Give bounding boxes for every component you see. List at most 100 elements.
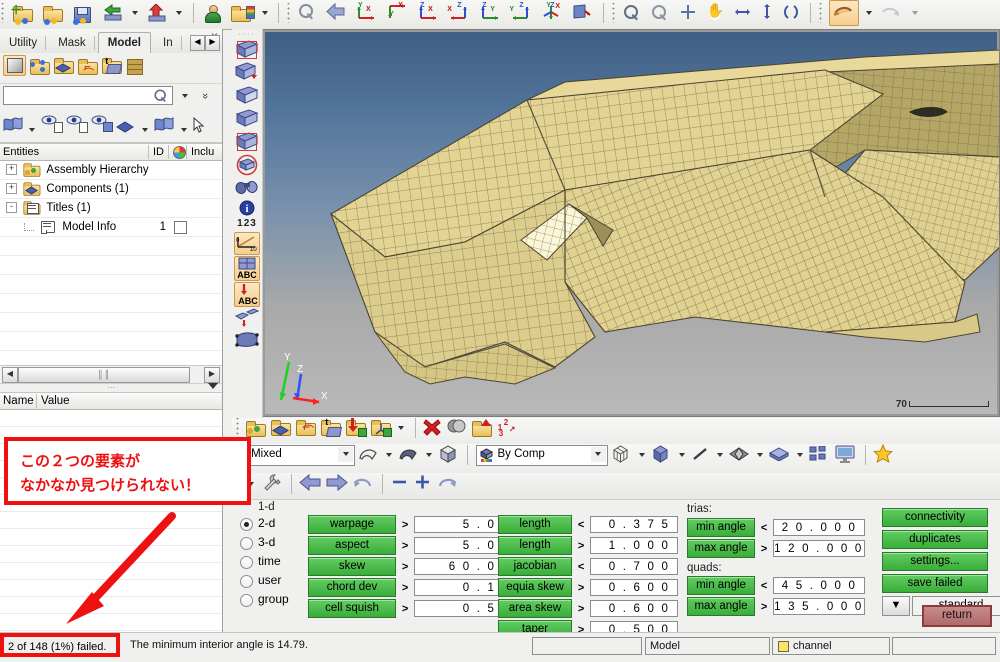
wrench-icon[interactable] xyxy=(262,473,284,494)
new-session-icon[interactable]: ＋ xyxy=(10,2,36,25)
table-row[interactable]: + Components (1) xyxy=(0,180,222,199)
mesh-quality-icon[interactable] xyxy=(235,108,259,130)
entity-toolbar-grip[interactable] xyxy=(235,418,240,438)
aspect-button[interactable]: aspect xyxy=(308,536,396,555)
find-attached-icon[interactable] xyxy=(471,418,493,438)
center-icon[interactable] xyxy=(678,2,700,25)
table-row[interactable]: Model Info 1 xyxy=(0,218,222,237)
abc-arrow-icon[interactable]: ABC xyxy=(234,282,260,307)
warpage-operator[interactable]: > xyxy=(399,519,411,531)
duplicates-button[interactable]: duplicates xyxy=(882,530,988,549)
save-failed-button[interactable]: save failed xyxy=(882,574,988,593)
quads-min-angle-button[interactable]: min angle xyxy=(687,576,755,595)
scroll-thumb[interactable]: ║║ xyxy=(18,367,190,383)
import-icon[interactable] xyxy=(101,2,125,24)
radio-3d[interactable]: 3-d xyxy=(238,533,300,552)
equia-skew-value[interactable]: 0 . 6 0 0 xyxy=(590,579,679,596)
shaded-icon[interactable] xyxy=(398,446,420,465)
isolate-icon[interactable] xyxy=(91,114,114,133)
back-arrow-icon[interactable] xyxy=(299,473,323,494)
display-none-icon[interactable] xyxy=(41,114,64,133)
rotate-free-icon[interactable] xyxy=(782,2,802,25)
tab-next-button[interactable]: ▶ xyxy=(205,35,220,51)
area-skew-button[interactable]: area skew xyxy=(498,599,572,618)
length-min-operator[interactable]: < xyxy=(575,519,587,531)
model-tree[interactable]: + Assembly Hierarchy + Components (1) - xyxy=(0,161,222,366)
solid-cube-icon[interactable] xyxy=(651,444,673,466)
aspect-operator[interactable]: > xyxy=(399,540,411,552)
check-elements-icon[interactable] xyxy=(235,131,259,153)
trias-min-angle-button[interactable]: min angle xyxy=(687,518,755,537)
display-all-icon[interactable] xyxy=(3,116,23,135)
display-mode-icon[interactable] xyxy=(154,116,174,135)
yz-view-icon[interactable]: ZY xyxy=(477,2,503,24)
monitor-icon[interactable] xyxy=(834,445,858,466)
chevron-down-icon-2[interactable] xyxy=(590,446,606,462)
mesh-delete-icon[interactable] xyxy=(234,62,259,84)
search-icon[interactable] xyxy=(153,88,169,107)
skew-button[interactable]: skew xyxy=(308,557,396,576)
jacobian-button[interactable]: jacobian xyxy=(498,557,572,576)
chord-dev-button[interactable]: chord dev xyxy=(308,578,396,597)
zy-view-icon[interactable]: ZY xyxy=(508,2,534,24)
include-checkbox[interactable] xyxy=(174,221,187,234)
status-channel-field[interactable]: channel xyxy=(772,637,890,655)
mesh-lines-icon[interactable] xyxy=(611,444,633,466)
info-icon[interactable]: i xyxy=(235,200,259,216)
translate-icon[interactable] xyxy=(234,308,260,330)
surface-shade-icon[interactable] xyxy=(729,446,751,464)
zx-view-icon[interactable]: ZX xyxy=(446,2,472,24)
pan-icon[interactable] xyxy=(705,2,727,25)
zoom-in-icon[interactable] xyxy=(622,1,645,26)
user-profile-icon[interactable] xyxy=(202,2,224,24)
length-max-value[interactable]: 1 . 0 0 0 xyxy=(590,537,679,554)
geom-icon[interactable] xyxy=(769,446,791,464)
graphics-viewport[interactable]: Y Z X 70 xyxy=(265,32,999,414)
fit-view-icon[interactable] xyxy=(297,1,319,25)
display-mode-dropdown-icon[interactable] xyxy=(180,128,187,133)
equia-skew-operator[interactable]: > xyxy=(575,582,587,594)
rotate-v-icon[interactable] xyxy=(759,1,777,25)
xy-top-view-icon[interactable]: YX xyxy=(353,2,379,24)
connectivity-button[interactable]: connectivity xyxy=(882,508,988,527)
open-model-icon[interactable] xyxy=(41,2,66,25)
component-icon[interactable] xyxy=(270,418,292,438)
results-dropdown-icon[interactable] xyxy=(261,11,268,15)
search-expand-icon[interactable]: » xyxy=(199,92,211,98)
forward-arrow-icon[interactable] xyxy=(326,473,350,494)
surface-dropdown-icon[interactable] xyxy=(757,453,763,457)
rotate-h-icon[interactable] xyxy=(732,3,754,24)
shaded-edges-icon[interactable] xyxy=(438,444,460,466)
radio-group[interactable]: group xyxy=(238,590,300,609)
mesh-display-icon[interactable] xyxy=(235,85,259,107)
table-row[interactable]: + Assembly Hierarchy xyxy=(0,161,222,180)
jacobian-value[interactable]: 0 . 7 0 0 xyxy=(590,558,679,575)
trias-min-operator[interactable]: < xyxy=(758,522,770,534)
binoculars-icon[interactable] xyxy=(235,177,259,199)
display-reverse-icon[interactable] xyxy=(66,114,89,133)
radio-time[interactable]: time xyxy=(238,552,300,571)
expander-icon[interactable]: + xyxy=(6,164,17,176)
title-icon[interactable]: t xyxy=(320,417,343,438)
tab-mask[interactable]: Mask xyxy=(49,34,96,52)
xy-bottom-view-icon[interactable]: YX xyxy=(384,2,410,24)
expander-icon[interactable]: + xyxy=(6,183,17,195)
area-skew-operator[interactable]: > xyxy=(575,603,587,615)
load-results-icon[interactable] xyxy=(229,2,255,24)
solid-cube-dropdown-icon[interactable] xyxy=(678,453,685,457)
standard-dropdown-icon[interactable]: ▼ xyxy=(882,596,910,616)
cell-squish-button[interactable]: cell squish xyxy=(308,599,396,618)
equia-skew-button[interactable]: equia skew xyxy=(498,578,572,597)
mask-icon[interactable] xyxy=(446,418,468,438)
display-all-dropdown-icon[interactable] xyxy=(29,128,36,133)
title-view-button[interactable]: t xyxy=(101,56,123,76)
expander-icon[interactable]: - xyxy=(6,202,17,214)
trias-min-value[interactable]: 2 0 . 0 0 0 xyxy=(773,519,866,536)
color-mode-select[interactable]: By Comp xyxy=(475,444,608,466)
quads-max-angle-button[interactable]: max angle xyxy=(687,597,755,616)
normal-view-icon[interactable] xyxy=(570,1,594,25)
splitter-grip[interactable]: ⋯ xyxy=(107,383,115,392)
assembly-icon[interactable] xyxy=(370,418,393,438)
element-mode-select[interactable]: Mixed xyxy=(245,444,356,466)
delete-icon[interactable] xyxy=(422,418,443,438)
